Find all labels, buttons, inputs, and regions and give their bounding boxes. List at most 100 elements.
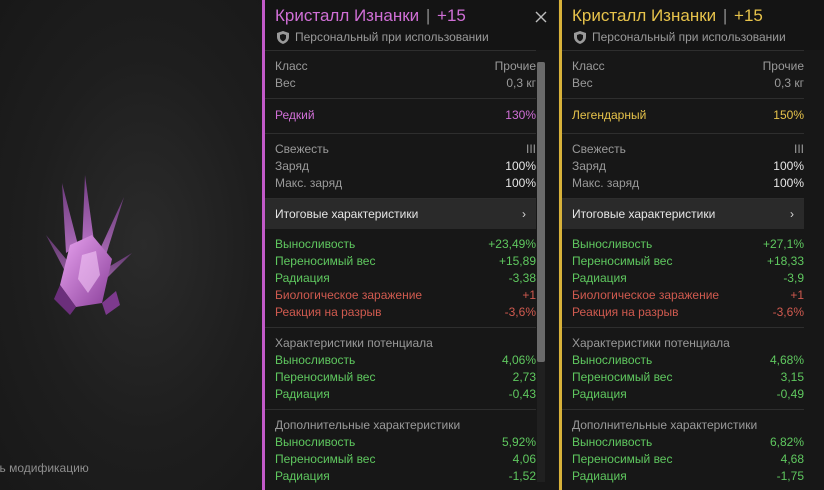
stat-label: Заряд bbox=[275, 159, 309, 173]
stat-row: Переносимый вес +15,89 bbox=[265, 253, 536, 270]
stat-label: Переносимый вес bbox=[275, 370, 376, 384]
rarity-section: Редкий 130% bbox=[265, 98, 536, 133]
stat-label: Вес bbox=[275, 76, 296, 90]
stat-value: III bbox=[793, 142, 804, 156]
stat-row: Макс. заряд 100% bbox=[265, 175, 536, 192]
stat-row: Реакция на разрыв -3,6% bbox=[562, 304, 804, 321]
potential-section: Характеристики потенциала Выносливость 4… bbox=[265, 327, 536, 409]
stat-row: Вес 0,3 кг bbox=[562, 75, 804, 92]
item-level: +15 bbox=[734, 6, 763, 25]
stat-label: Переносимый вес bbox=[572, 254, 673, 268]
stat-row: Макс. заряд 100% bbox=[562, 175, 804, 192]
binding-info: Персональный при использовании bbox=[277, 30, 489, 44]
stat-label: Свежесть bbox=[275, 142, 329, 156]
basic-section: Класс Прочие Вес 0,3 кг bbox=[562, 50, 804, 98]
extra-section: Дополнительные характеристики Выносливос… bbox=[265, 409, 536, 490]
stat-label: Выносливость bbox=[572, 353, 653, 367]
binding-info: Персональный при использовании bbox=[574, 30, 786, 44]
extra-title: Дополнительные характеристики bbox=[275, 418, 461, 432]
tooltip-header: Кристалл Изнанки | +15 Персональный при … bbox=[265, 0, 558, 50]
condition-section: Свежесть III Заряд 100% Макс. заряд 100% bbox=[265, 133, 536, 198]
shield-icon bbox=[277, 30, 289, 44]
chevron-right-icon: › bbox=[790, 207, 794, 221]
rarity-value: 130% bbox=[505, 108, 536, 122]
summary-label: Итоговые характеристики bbox=[572, 207, 716, 221]
item-title: Кристалл Изнанки | +15 bbox=[572, 6, 763, 26]
stat-row: Класс Прочие bbox=[265, 58, 536, 75]
scrollbar-track[interactable] bbox=[537, 62, 545, 482]
tooltip-header: Кристалл Изнанки | +15 Персональный при … bbox=[562, 0, 824, 50]
stat-value: Прочие bbox=[494, 59, 536, 73]
stat-row: Радиация -1,52 bbox=[265, 468, 536, 485]
scrollbar-thumb[interactable] bbox=[537, 62, 545, 362]
rarity-label: Редкий bbox=[275, 108, 315, 122]
binding-text: Персональный при использовании bbox=[295, 30, 489, 44]
extra-title: Дополнительные характеристики bbox=[572, 418, 758, 432]
modification-hint[interactable]: ть модификацию bbox=[0, 461, 89, 475]
binding-text: Персональный при использовании bbox=[592, 30, 786, 44]
stat-row: Радиация -0,43 bbox=[265, 386, 536, 403]
stat-label: Биологическое заражение bbox=[275, 288, 423, 302]
summary-toggle[interactable]: Итоговые характеристики › bbox=[562, 198, 804, 229]
title-separator: | bbox=[425, 6, 431, 25]
stat-value: III bbox=[525, 142, 536, 156]
stat-row: Переносимый вес 3,15 bbox=[562, 369, 804, 386]
stat-value: -0,43 bbox=[508, 387, 536, 401]
stat-value: +15,89 bbox=[498, 254, 536, 268]
stat-row: Выносливость 6,82% bbox=[562, 434, 804, 451]
stat-label: Макс. заряд bbox=[275, 176, 343, 190]
stat-label: Класс bbox=[572, 59, 605, 73]
summary-toggle[interactable]: Итоговые характеристики › bbox=[265, 198, 536, 229]
stat-label: Выносливость bbox=[275, 237, 356, 251]
stat-row: Биологическое заражение +1 bbox=[562, 287, 804, 304]
extra-section: Дополнительные характеристики Выносливос… bbox=[562, 409, 804, 490]
stat-label: Радиация bbox=[572, 469, 627, 483]
stat-row: Радиация -1,75 bbox=[562, 468, 804, 485]
stat-value: -1,52 bbox=[508, 469, 536, 483]
rarity-row: Легендарный 150% bbox=[562, 107, 804, 124]
item-tooltip-rare: Кристалл Изнанки | +15 Персональный при … bbox=[262, 0, 558, 490]
stat-value: -1,75 bbox=[776, 469, 804, 483]
stat-label: Свежесть bbox=[572, 142, 626, 156]
item-level: +15 bbox=[437, 6, 466, 25]
stat-value: -3,6% bbox=[772, 305, 804, 319]
stat-value: +23,49% bbox=[488, 237, 536, 251]
stat-row: Выносливость +27,1% bbox=[562, 236, 804, 253]
stat-value: -3,9 bbox=[783, 271, 804, 285]
stat-value: 0,3 кг bbox=[506, 76, 536, 90]
stat-label: Вес bbox=[572, 76, 593, 90]
stat-label: Радиация bbox=[275, 387, 330, 401]
stat-row: Реакция на разрыв -3,6% bbox=[265, 304, 536, 321]
stat-label: Переносимый вес bbox=[572, 452, 673, 466]
stat-value: Прочие bbox=[762, 59, 804, 73]
stat-row: Заряд 100% bbox=[265, 158, 536, 175]
chevron-right-icon: › bbox=[522, 207, 526, 221]
stat-row: Выносливость 5,92% bbox=[265, 434, 536, 451]
close-icon[interactable] bbox=[534, 10, 548, 24]
stat-value: 4,68% bbox=[769, 353, 804, 367]
stat-value: 3,15 bbox=[780, 370, 804, 384]
stat-label: Выносливость bbox=[572, 435, 653, 449]
stat-value: 100% bbox=[505, 159, 536, 173]
stat-value: 100% bbox=[505, 176, 536, 190]
stat-row: Класс Прочие bbox=[562, 58, 804, 75]
stat-label: Биологическое заражение bbox=[572, 288, 720, 302]
item-name: Кристалл Изнанки bbox=[572, 6, 717, 25]
stat-label: Выносливость bbox=[275, 353, 356, 367]
stat-row: Свежесть III bbox=[562, 141, 804, 158]
stat-value: +18,33 bbox=[766, 254, 804, 268]
stat-row: Переносимый вес +18,33 bbox=[562, 253, 804, 270]
stat-label: Переносимый вес bbox=[572, 370, 673, 384]
stat-value: 100% bbox=[773, 159, 804, 173]
summary-label: Итоговые характеристики bbox=[275, 207, 419, 221]
rarity-value: 150% bbox=[773, 108, 804, 122]
stat-value: -3,38 bbox=[508, 271, 536, 285]
stat-value: 2,73 bbox=[512, 370, 536, 384]
stat-label: Выносливость bbox=[572, 237, 653, 251]
stat-row: Биологическое заражение +1 bbox=[265, 287, 536, 304]
stat-row: Переносимый вес 4,06 bbox=[265, 451, 536, 468]
stat-row: Переносимый вес 2,73 bbox=[265, 369, 536, 386]
stat-value: 4,06 bbox=[512, 452, 536, 466]
potential-title: Характеристики потенциала bbox=[572, 336, 730, 350]
stat-row: Выносливость 4,06% bbox=[265, 352, 536, 369]
